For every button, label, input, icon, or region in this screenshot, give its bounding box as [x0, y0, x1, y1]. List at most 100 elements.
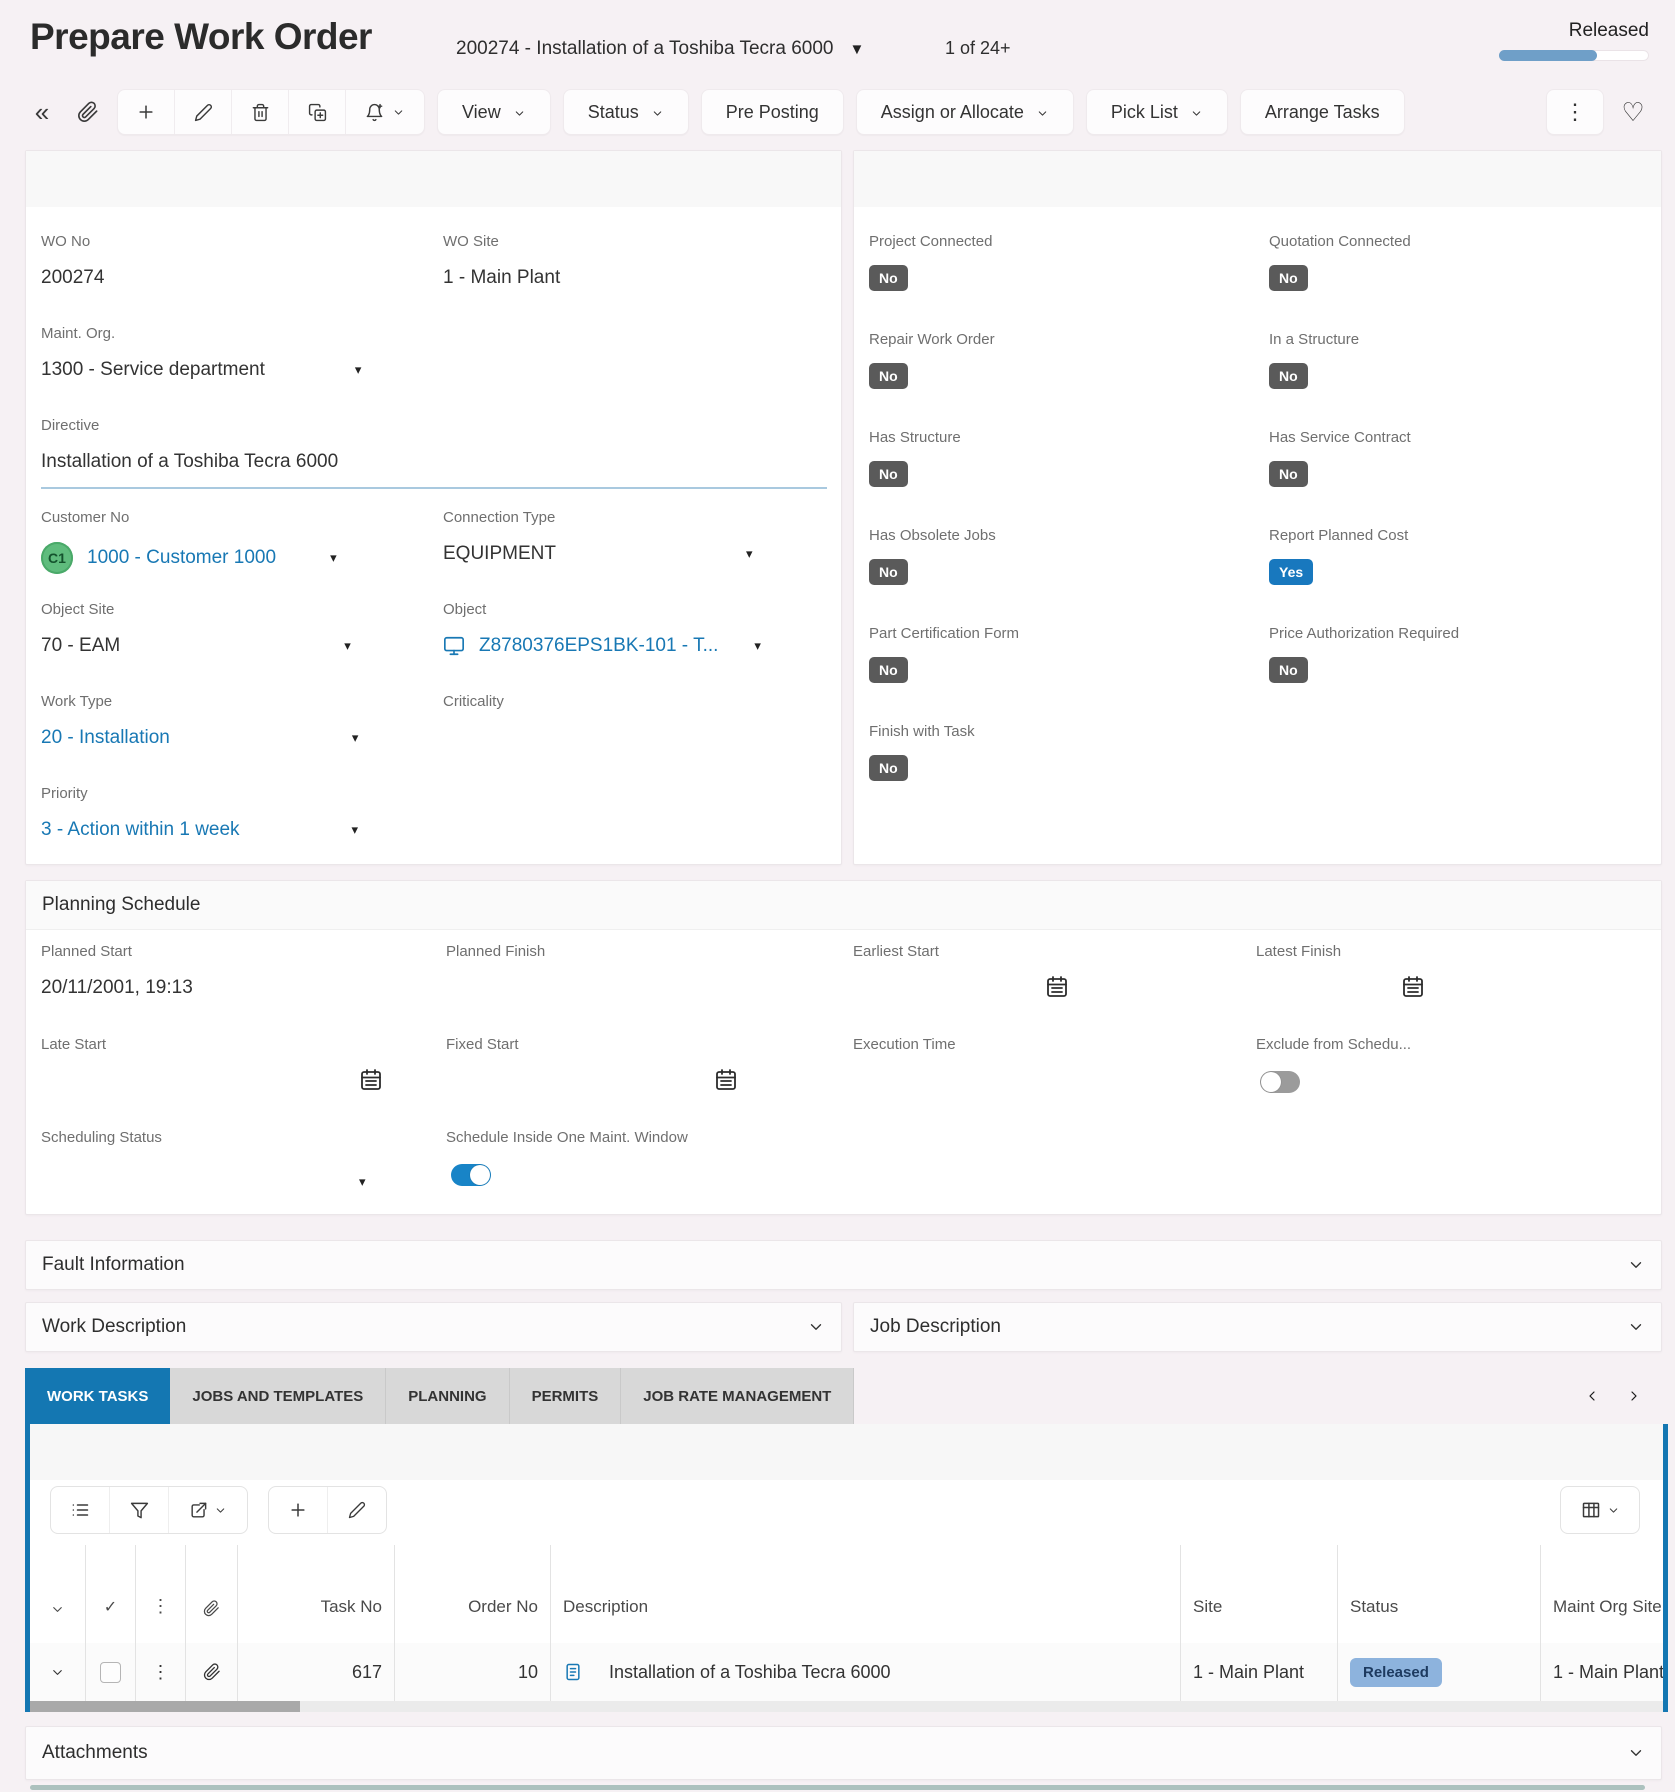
assign-or-allocate-button[interactable]: Assign or Allocate [856, 89, 1074, 135]
calendar-icon[interactable] [1401, 975, 1425, 999]
customer-link[interactable]: 1000 - Customer 1000 [87, 546, 276, 570]
row-checkbox[interactable] [100, 1662, 121, 1683]
edit-record-button[interactable] [175, 90, 232, 134]
column-header-maint-org-site[interactable]: Maint Org Site [1541, 1545, 1663, 1643]
view-button[interactable]: View [437, 89, 551, 135]
cell-status: Released [1338, 1643, 1541, 1701]
column-header-task-no[interactable]: Task No [238, 1545, 395, 1643]
favorite-heart-icon[interactable]: ♡ [1616, 90, 1650, 134]
cell-description: Installation of a Toshiba Tecra 6000 [551, 1643, 1181, 1701]
tab-jobs-and-templates[interactable]: JOBS AND TEMPLATES [170, 1368, 386, 1424]
tab-work-tasks[interactable]: WORK TASKS [25, 1368, 170, 1424]
more-actions-button[interactable]: ⋮ [1546, 89, 1604, 135]
tab-job-rate-management[interactable]: JOB RATE MANAGEMENT [621, 1368, 854, 1424]
field-label: Priority [41, 785, 358, 803]
column-header-description[interactable]: Description [551, 1545, 1181, 1643]
subscribe-notification-button[interactable] [346, 90, 424, 134]
chevron-down-icon[interactable] [1627, 1744, 1645, 1762]
planning-schedule-header: Planning Schedule [26, 881, 1661, 930]
tab-planning[interactable]: PLANNING [386, 1368, 509, 1424]
vertical-scrollbar[interactable] [1663, 1424, 1668, 1712]
expand-column-header[interactable] [30, 1545, 86, 1643]
grid-layout-button[interactable] [1561, 1487, 1639, 1533]
grid-edit-row-button[interactable] [328, 1487, 386, 1533]
tabs-scroll-left-icon[interactable] [1584, 1388, 1600, 1404]
status-button[interactable]: Status [563, 89, 689, 135]
row-menu-kebab-icon[interactable]: ⋮ [136, 1643, 186, 1701]
attachments-section[interactable]: Attachments [25, 1726, 1662, 1780]
dropdown-caret-icon[interactable]: ▾ [355, 358, 362, 382]
row-attachment-paperclip-icon[interactable] [186, 1643, 238, 1701]
status-button-label: Status [588, 102, 639, 123]
chevron-down-icon[interactable] [807, 1318, 825, 1336]
column-header-order-no[interactable]: Order No [395, 1545, 551, 1643]
customer-avatar: C1 [41, 542, 73, 574]
job-description-section[interactable]: Job Description [853, 1302, 1662, 1352]
field-label: Earliest Start [853, 943, 939, 961]
work-order-flags-card: Project Connected No Quotation Connected… [853, 150, 1662, 865]
field-label: Maint. Org. [41, 325, 361, 343]
field-label: Customer No [41, 509, 337, 527]
dropdown-caret-icon[interactable]: ▾ [359, 1174, 366, 1190]
object-link[interactable]: Z8780376EPS1BK-101 - T... [479, 634, 718, 658]
table-row[interactable]: ⋮ 617 10 Installation of a Toshiba Tecra… [30, 1643, 1663, 1702]
work-type-link[interactable]: 20 - Installation [41, 726, 170, 750]
page-scrollbar[interactable] [30, 1785, 1645, 1790]
arrange-tasks-button[interactable]: Arrange Tasks [1240, 89, 1405, 135]
flag-label: In a Structure [1269, 331, 1359, 349]
select-column-header[interactable]: ✓ [86, 1545, 136, 1643]
row-expander[interactable] [30, 1643, 86, 1701]
column-header-status[interactable]: Status [1338, 1545, 1541, 1643]
flag-badge: No [869, 363, 908, 389]
directive-input[interactable]: Installation of a Toshiba Tecra 6000 [41, 450, 338, 474]
tabs-scroll-right-icon[interactable] [1626, 1388, 1642, 1404]
work-description-section[interactable]: Work Description [25, 1302, 842, 1352]
field-label: Work Type [41, 693, 358, 711]
chevron-down-icon[interactable] [1627, 1256, 1645, 1274]
dropdown-caret-icon[interactable]: ▾ [352, 818, 359, 842]
fault-information-section[interactable]: Fault Information [25, 1240, 1662, 1290]
field-label: Object Site [41, 601, 351, 619]
field-value: 1300 - Service department [41, 358, 265, 382]
horizontal-scrollbar-track[interactable] [30, 1701, 1663, 1712]
task-document-icon[interactable] [563, 1662, 583, 1682]
description-text: Installation of a Toshiba Tecra 6000 [609, 1662, 891, 1683]
tab-permits[interactable]: PERMITS [510, 1368, 622, 1424]
cell-order-no: 10 [395, 1643, 551, 1701]
dropdown-caret-icon[interactable]: ▾ [746, 542, 753, 566]
dropdown-caret-icon[interactable]: ▾ [352, 726, 359, 750]
attachment-column-header [186, 1545, 238, 1643]
pick-list-button[interactable]: Pick List [1086, 89, 1228, 135]
dropdown-caret-icon[interactable]: ▾ [330, 546, 337, 570]
horizontal-scrollbar-thumb[interactable] [30, 1701, 300, 1712]
section-title: Attachments [42, 1742, 148, 1764]
duplicate-record-button[interactable] [289, 90, 346, 134]
field-value[interactable]: 20/11/2001, 19:13 [41, 976, 193, 1000]
dropdown-caret-icon[interactable]: ▾ [754, 634, 761, 658]
grid-filter-icon[interactable] [110, 1487, 169, 1533]
collapse-icon[interactable]: « [25, 90, 59, 134]
grid-list-view-button[interactable] [51, 1487, 110, 1533]
attachment-paperclip-icon[interactable] [71, 90, 105, 134]
calendar-icon[interactable] [714, 1068, 738, 1092]
flag-badge: No [1269, 461, 1308, 487]
field-fixed-start: Fixed Start [446, 1036, 519, 1054]
priority-link[interactable]: 3 - Action within 1 week [41, 818, 240, 842]
schedule-inside-window-toggle[interactable] [451, 1164, 491, 1186]
calendar-icon[interactable] [359, 1068, 383, 1092]
chevron-down-icon[interactable]: ▼ [849, 41, 864, 58]
exclude-from-scheduling-toggle[interactable] [1260, 1071, 1300, 1093]
chevron-down-icon[interactable] [1627, 1318, 1645, 1336]
column-header-site[interactable]: Site [1181, 1545, 1338, 1643]
add-record-button[interactable] [118, 90, 175, 134]
dropdown-caret-icon[interactable]: ▾ [344, 634, 351, 658]
calendar-icon[interactable] [1045, 975, 1069, 999]
grid-add-row-button[interactable] [269, 1487, 328, 1533]
pre-posting-button[interactable]: Pre Posting [701, 89, 844, 135]
lifecycle-progress-fill [1499, 50, 1597, 61]
field-label: Schedule Inside One Maint. Window [446, 1129, 688, 1147]
grid-export-button[interactable] [169, 1487, 247, 1533]
delete-record-button[interactable] [232, 90, 289, 134]
work-order-details-card: WO No 200274 WO Site 1 - Main Plant Main… [25, 150, 842, 865]
record-selector[interactable]: 200274 - Installation of a Toshiba Tecra… [456, 38, 864, 60]
